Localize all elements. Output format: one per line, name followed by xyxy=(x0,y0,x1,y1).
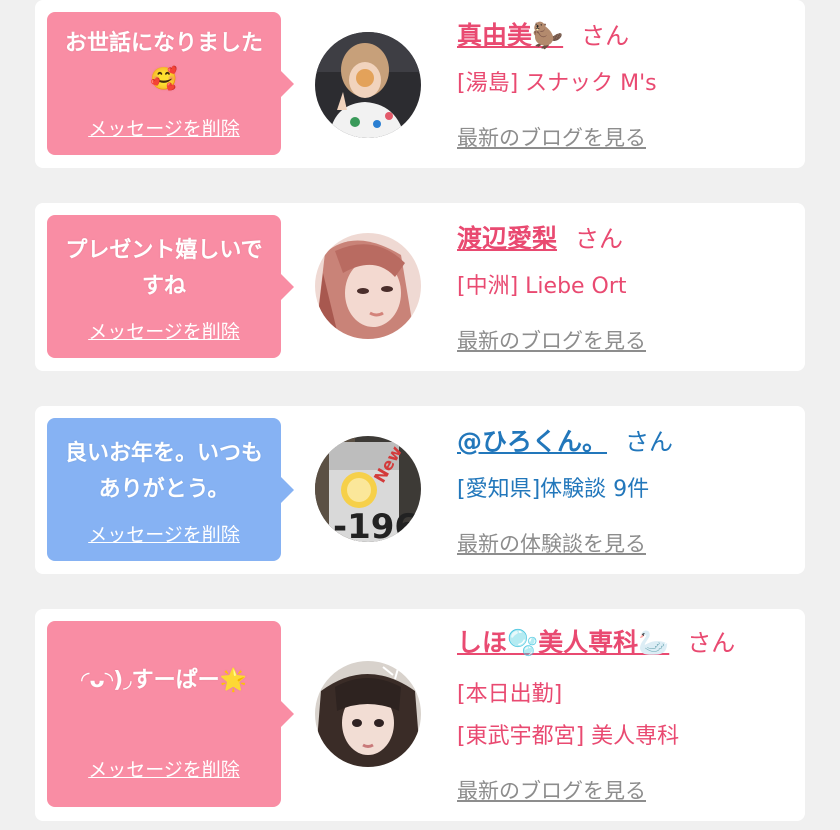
attendance-status: [本日出勤] xyxy=(457,682,563,707)
message-card: プレゼント嬉しいですね メッセージを削除 渡辺愛梨 さん [中洲] Liebe O… xyxy=(35,203,805,371)
message-text: プレゼント嬉しいですね xyxy=(65,238,263,299)
latest-blog-link[interactable]: 最新のブログを見る xyxy=(457,325,646,355)
message-bubble: 良いお年を。いつもありがとう。 メッセージを削除 xyxy=(47,418,294,561)
shop-info: [湯島] スナック M's xyxy=(457,71,657,96)
honorific: さん xyxy=(575,225,624,253)
avatar[interactable]: New -196 xyxy=(315,436,421,542)
message-bubble: お世話になりました🥰 メッセージを削除 xyxy=(47,12,294,155)
avatar-photo-icon xyxy=(315,233,421,339)
avatar[interactable] xyxy=(315,661,421,767)
shop-info: [東武宇都宮] 美人専科 xyxy=(457,724,680,749)
delete-message-link[interactable]: メッセージを削除 xyxy=(47,520,281,547)
avatar-photo-icon xyxy=(315,661,421,767)
shop-info: [中洲] Liebe Ort xyxy=(457,274,627,299)
latest-blog-link[interactable]: 最新のブログを見る xyxy=(457,775,646,805)
avatar[interactable] xyxy=(315,32,421,138)
avatar-photo-icon xyxy=(315,32,421,138)
avatar[interactable] xyxy=(315,233,421,339)
name-line: しほ🫧美人専科🦢 さん xyxy=(457,623,735,659)
message-text: ◜ᴗ◝)◞すーぱー🌟 xyxy=(80,668,248,693)
delete-message-link[interactable]: メッセージを削除 xyxy=(47,114,281,141)
name-line: @ひろくん。 さん xyxy=(457,422,673,458)
profile-info: 真由美🦫 さん [湯島] スナック M's 最新のブログを見る xyxy=(457,16,797,156)
honorific: さん xyxy=(625,428,674,456)
message-text: お世話になりました🥰 xyxy=(64,31,263,92)
honorific: さん xyxy=(581,22,630,50)
experience-info: [愛知県]体験談 9件 xyxy=(457,477,650,502)
name-line: 渡辺愛梨 さん xyxy=(457,219,623,255)
profile-info: 渡辺愛梨 さん [中洲] Liebe Ort 最新のブログを見る xyxy=(457,219,797,359)
message-card: ◜ᴗ◝)◞すーぱー🌟 メッセージを削除 しほ🫧美人専科🦢 さん [本日出勤] [東… xyxy=(35,609,805,821)
profile-name-link[interactable]: 渡辺愛梨 xyxy=(457,224,557,253)
avatar-photo-icon: New -196 xyxy=(315,436,421,542)
name-line: 真由美🦫 さん xyxy=(457,16,629,52)
profile-name-link[interactable]: @ひろくん。 xyxy=(457,427,607,456)
delete-message-link[interactable]: メッセージを削除 xyxy=(47,755,281,782)
profile-name-link[interactable]: 真由美🦫 xyxy=(457,21,563,50)
profile-info: @ひろくん。 さん [愛知県]体験談 9件 最新の体験談を見る xyxy=(457,422,797,562)
latest-blog-link[interactable]: 最新のブログを見る xyxy=(457,122,646,152)
profile-name-link[interactable]: しほ🫧美人専科🦢 xyxy=(457,628,669,657)
profile-info: しほ🫧美人専科🦢 さん [本日出勤] [東武宇都宮] 美人専科 最新のブログを見る xyxy=(457,623,797,813)
message-text: 良いお年を。いつもありがとう。 xyxy=(64,441,263,502)
svg-text:-196: -196 xyxy=(333,507,418,542)
message-bubble: プレゼント嬉しいですね メッセージを削除 xyxy=(47,215,294,358)
latest-experience-link[interactable]: 最新の体験談を見る xyxy=(457,528,646,558)
message-card: お世話になりました🥰 メッセージを削除 真由美🦫 さん [湯島] スナック M's… xyxy=(35,0,805,168)
message-card: 良いお年を。いつもありがとう。 メッセージを削除 New -196 @ひろくん。… xyxy=(35,406,805,574)
delete-message-link[interactable]: メッセージを削除 xyxy=(47,317,281,344)
honorific: さん xyxy=(687,629,736,657)
message-bubble: ◜ᴗ◝)◞すーぱー🌟 メッセージを削除 xyxy=(47,621,294,807)
